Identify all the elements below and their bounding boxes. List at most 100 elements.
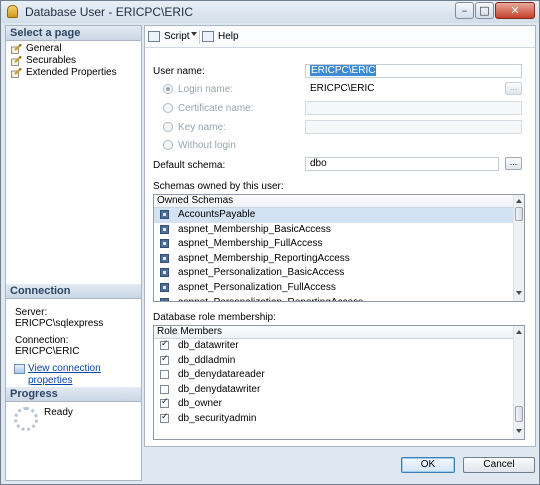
select-page-header: Select a page xyxy=(6,26,141,41)
without-login-radio[interactable] xyxy=(163,140,173,150)
role-name: db_ddladmin xyxy=(178,354,236,366)
role-checkbox[interactable] xyxy=(160,397,169,409)
schema-checkbox[interactable] xyxy=(160,210,169,219)
owned-schemas-header: Owned Schemas xyxy=(154,195,524,208)
minimize-button[interactable]: – xyxy=(455,2,474,19)
schema-row[interactable]: aspnet_Membership_ReportingAccess xyxy=(154,252,524,267)
owned-schemas-scrollbar[interactable] xyxy=(513,195,524,301)
wrench-icon xyxy=(11,67,22,78)
scroll-up-icon[interactable] xyxy=(516,330,522,334)
ok-button[interactable]: OK xyxy=(401,457,455,473)
server-label: Server: xyxy=(15,307,48,318)
general-page: Script Help User name: ERICPC\ERIC Login… xyxy=(144,25,536,447)
schema-checkbox[interactable] xyxy=(160,239,169,249)
default-schema-label: Default schema: xyxy=(153,160,226,171)
page-item[interactable]: General xyxy=(6,43,141,55)
role-members-scrollbar[interactable] xyxy=(513,326,524,439)
page-item[interactable]: Extended Properties xyxy=(6,67,141,79)
role-checkbox[interactable] xyxy=(160,412,169,423)
user-name-value: ERICPC\ERIC xyxy=(310,65,377,76)
role-row[interactable]: db_securityadmin xyxy=(154,412,524,427)
title-bar[interactable]: Database User - ERICPC\ERIC – □ ✕ xyxy=(1,1,539,23)
schema-checkbox[interactable] xyxy=(160,224,169,234)
script-icon xyxy=(148,31,160,42)
schema-name: aspnet_Membership_FullAccess xyxy=(178,238,323,250)
role-checkbox[interactable] xyxy=(160,354,169,365)
scroll-up-icon[interactable] xyxy=(516,199,522,203)
owned-schemas-list: AccountsPayable aspnet_Membership_BasicAc… xyxy=(154,208,524,301)
owned-schemas-grid[interactable]: Owned Schemas AccountsPayable aspnet_Memb… xyxy=(153,194,525,302)
help-label: Help xyxy=(218,31,239,42)
schema-row[interactable]: aspnet_Personalization_BasicAccess xyxy=(154,266,524,281)
cancel-button[interactable]: Cancel xyxy=(463,457,535,473)
schema-row[interactable]: aspnet_Personalization_ReportingAccess xyxy=(154,296,524,301)
script-button[interactable]: Script xyxy=(148,30,190,44)
role-row[interactable]: db_owner xyxy=(154,397,524,412)
login-name-radio[interactable] xyxy=(163,84,173,94)
schema-name: AccountsPayable xyxy=(178,209,256,220)
default-schema-value: dbo xyxy=(310,158,327,169)
login-name-label: Login name: xyxy=(178,84,234,95)
schemas-owned-label: Schemas owned by this user: xyxy=(153,181,284,192)
key-name-radio[interactable] xyxy=(163,122,173,132)
connection-label: Connection: xyxy=(15,335,69,346)
scroll-thumb[interactable] xyxy=(515,207,523,221)
without-login-label: Without login xyxy=(178,140,236,151)
certificate-name-label: Certificate name: xyxy=(178,103,254,114)
role-row[interactable]: db_datawriter xyxy=(154,339,524,354)
connection-header: Connection xyxy=(6,284,141,299)
role-row[interactable]: db_denydatareader xyxy=(154,368,524,383)
default-schema-browse-button[interactable]: ... xyxy=(505,157,522,170)
role-row[interactable]: db_denydatawriter xyxy=(154,383,524,398)
page-item-label: General xyxy=(26,43,62,54)
schema-checkbox[interactable] xyxy=(160,282,169,292)
certificate-name-input[interactable] xyxy=(305,101,522,115)
server-value: ERICPC\sqlexpress xyxy=(15,318,104,329)
role-membership-grid[interactable]: Role Members db_datawriterdb_ddladmindb_… xyxy=(153,325,525,440)
certificate-name-radio[interactable] xyxy=(163,103,173,113)
schema-row[interactable]: aspnet_Personalization_FullAccess xyxy=(154,281,524,296)
default-schema-input[interactable]: dbo xyxy=(305,157,499,171)
login-name-input[interactable]: ERICPC\ERIC xyxy=(305,82,498,96)
role-checkbox[interactable] xyxy=(160,370,169,380)
properties-icon xyxy=(14,364,25,374)
role-name: db_owner xyxy=(178,398,222,410)
role-members-list: db_datawriter db_ddladmin db_denydatareade… xyxy=(154,339,524,427)
schema-row[interactable]: aspnet_Membership_FullAccess xyxy=(154,237,524,252)
toolbar-separator xyxy=(199,30,200,44)
view-connection-properties-link[interactable]: View connection properties xyxy=(6,363,141,387)
schema-checkbox[interactable] xyxy=(160,268,169,278)
window-title: Database User - ERICPC\ERIC xyxy=(25,5,194,19)
role-checkbox[interactable] xyxy=(160,339,169,350)
role-name: db_datawriter xyxy=(178,340,239,351)
role-name: db_denydatawriter xyxy=(178,383,261,395)
page-item[interactable]: Securables xyxy=(6,55,141,67)
view-connection-properties-label: View connection properties xyxy=(28,363,101,386)
schema-row[interactable]: aspnet_Membership_BasicAccess xyxy=(154,223,524,238)
database-icon xyxy=(7,5,18,18)
schema-name: aspnet_Membership_ReportingAccess xyxy=(178,252,350,264)
role-row[interactable]: db_ddladmin xyxy=(154,354,524,369)
maximize-button[interactable]: □ xyxy=(475,2,494,19)
connection-value: ERICPC\ERIC xyxy=(15,346,80,357)
close-button[interactable]: ✕ xyxy=(495,2,535,19)
help-button[interactable]: Help xyxy=(202,30,239,44)
login-name-browse-button[interactable]: ... xyxy=(505,82,522,95)
wrench-icon xyxy=(11,43,22,54)
schema-name: aspnet_Membership_BasicAccess xyxy=(178,223,331,235)
key-name-input[interactable] xyxy=(305,120,522,134)
schema-row[interactable]: AccountsPayable xyxy=(154,208,524,223)
schema-checkbox[interactable] xyxy=(160,297,169,301)
progress-status: Ready xyxy=(44,407,73,418)
schema-checkbox[interactable] xyxy=(160,253,169,263)
user-name-input[interactable]: ERICPC\ERIC xyxy=(305,64,522,78)
role-checkbox[interactable] xyxy=(160,384,169,394)
scroll-down-icon[interactable] xyxy=(516,291,522,295)
scroll-thumb[interactable] xyxy=(515,406,523,422)
login-name-value: ERICPC\ERIC xyxy=(310,83,375,94)
role-name: db_securityadmin xyxy=(178,412,257,424)
page-item-label: Securables xyxy=(26,55,77,66)
script-dropdown-arrow-icon[interactable] xyxy=(191,32,197,36)
scroll-down-icon[interactable] xyxy=(516,429,522,433)
progress-section: Progress Ready xyxy=(6,387,141,431)
